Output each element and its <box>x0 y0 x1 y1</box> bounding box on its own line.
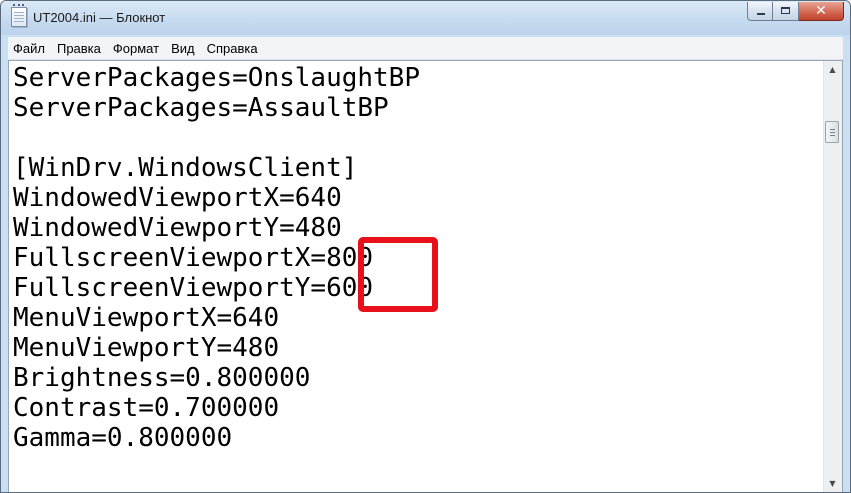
menu-edit[interactable]: Правка <box>51 41 107 56</box>
grip-line <box>830 135 835 136</box>
highlight-box <box>358 237 438 312</box>
caption-buttons: ✕ <box>747 2 844 22</box>
notepad-window: UT2004.ini — Блокнот ✕ Файл Правка Форма… <box>0 0 851 493</box>
scroll-down-icon[interactable]: ▼ <box>824 475 841 492</box>
text-area[interactable]: ServerPackages=OnslaughtBP ServerPackage… <box>9 61 824 492</box>
text-line: FullscreenViewportX=800 <box>13 243 374 273</box>
menu-format[interactable]: Формат <box>107 41 165 56</box>
close-button[interactable]: ✕ <box>799 2 844 21</box>
maximize-icon <box>781 7 790 14</box>
menu-bar: Файл Правка Формат Вид Справка <box>8 37 843 60</box>
title-bar[interactable]: UT2004.ini — Блокнот ✕ <box>1 1 850 35</box>
grip-line <box>830 132 835 133</box>
text-line: Gamma=0.800000 <box>13 423 233 453</box>
menu-help[interactable]: Справка <box>201 41 264 56</box>
text-line: ServerPackages=AssaultBP <box>13 93 389 123</box>
minimize-button[interactable] <box>747 2 773 21</box>
scroll-thumb[interactable] <box>825 121 839 143</box>
text-line: WindowedViewportX=640 <box>13 183 342 213</box>
window-title: UT2004.ini — Блокнот <box>33 10 166 25</box>
editor: ServerPackages=OnslaughtBP ServerPackage… <box>8 60 843 492</box>
grip-line <box>830 129 835 130</box>
maximize-button[interactable] <box>773 2 799 21</box>
close-icon: ✕ <box>815 3 827 19</box>
text-line: ServerPackages=OnslaughtBP <box>13 63 420 93</box>
text-line: WindowedViewportY=480 <box>13 213 342 243</box>
text-line: Brightness=0.800000 <box>13 363 311 393</box>
scroll-up-icon[interactable]: ▲ <box>824 61 841 78</box>
menu-view[interactable]: Вид <box>165 41 201 56</box>
text-line: Contrast=0.700000 <box>13 393 280 423</box>
minimize-icon <box>757 13 765 15</box>
text-line: FullscreenViewportY=600 <box>13 273 374 303</box>
notepad-icon[interactable] <box>11 4 27 27</box>
vertical-scrollbar[interactable]: ▲ ▼ <box>823 61 842 492</box>
text-line: [WinDrv.WindowsClient] <box>13 153 358 183</box>
text-line: MenuViewportY=480 <box>13 333 280 363</box>
text-line: MenuViewportX=640 <box>13 303 280 333</box>
menu-file[interactable]: Файл <box>8 41 51 56</box>
